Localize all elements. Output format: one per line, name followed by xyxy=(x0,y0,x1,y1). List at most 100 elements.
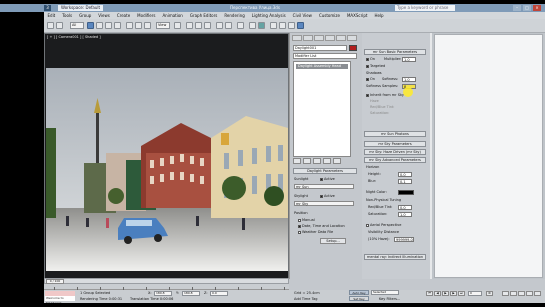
shadows-on-checkbox[interactable]: On xyxy=(366,77,375,81)
sky-advanced-rollout[interactable]: mr Sky Advanced Parameters xyxy=(364,157,426,163)
app-logo-icon[interactable]: 3 xyxy=(44,5,51,11)
sun-on-checkbox[interactable]: On xyxy=(366,57,375,61)
menu-help[interactable]: Help xyxy=(371,12,387,19)
go-to-start-icon[interactable]: ⏮ xyxy=(426,291,433,296)
play-icon[interactable]: ▶ xyxy=(442,291,449,296)
render-setup-icon[interactable] xyxy=(279,22,286,29)
object-name-field[interactable]: Daylight001 xyxy=(293,45,347,51)
zoom-all-icon[interactable] xyxy=(510,291,517,296)
menu-create[interactable]: Create xyxy=(113,12,133,19)
sunlight-active-checkbox[interactable]: Active xyxy=(320,177,335,181)
auto-key-button[interactable]: Auto Key xyxy=(349,290,369,295)
curve-editor-icon[interactable] xyxy=(249,22,256,29)
menu-animation[interactable]: Animation xyxy=(159,12,186,19)
rectangular-selection-icon[interactable] xyxy=(105,22,112,29)
menu-group[interactable]: Group xyxy=(76,12,95,19)
selection-filter-dropdown[interactable]: All xyxy=(70,22,84,29)
skylight-type-dropdown[interactable]: mr Sky xyxy=(294,201,354,206)
material-editor-icon[interactable] xyxy=(270,22,277,29)
minimize-icon[interactable]: – xyxy=(513,5,521,11)
multiplier-spinner[interactable]: 1.0 xyxy=(402,57,416,62)
menu-tools[interactable]: Tools xyxy=(59,12,76,19)
select-object-icon[interactable] xyxy=(87,22,94,29)
align-icon[interactable] xyxy=(225,22,232,29)
inherit-from-sky-checkbox[interactable]: Inherit from mr Sky xyxy=(366,93,404,97)
saturation-spinner[interactable]: 1.0 xyxy=(398,212,412,217)
night-color-swatch[interactable] xyxy=(398,190,414,195)
stack-item[interactable]: Daylight Assembly Head xyxy=(296,64,348,69)
mirror-icon[interactable] xyxy=(216,22,223,29)
create-tab-icon[interactable] xyxy=(292,35,302,41)
pivot-center-icon[interactable] xyxy=(174,22,181,29)
workspace-dropdown[interactable]: Workspace: Default xyxy=(58,5,104,11)
aerial-perspective-checkbox[interactable]: Aerial Perspective xyxy=(366,223,401,227)
camera-viewport[interactable]: [ + ] [ Camera001 ] [ Shaded ] xyxy=(44,33,289,279)
field-of-view-icon[interactable] xyxy=(526,291,533,296)
time-config-icon[interactable]: ⚙ xyxy=(486,291,493,296)
y-coordinate-field[interactable]: 180.8 xyxy=(182,291,200,296)
pin-stack-icon[interactable] xyxy=(293,158,301,164)
z-coordinate-field[interactable]: 0.0 xyxy=(210,291,228,296)
sky-haze-driven-rollout[interactable]: mr Sky: Haze Driven (mr Sky) xyxy=(364,149,426,155)
setup-button[interactable]: Setup... xyxy=(320,238,346,244)
zoom-icon[interactable] xyxy=(502,291,509,296)
layer-manager-icon[interactable] xyxy=(237,22,244,29)
manual-radio[interactable]: Manual xyxy=(298,218,315,222)
menu-civil-view[interactable]: Civil View xyxy=(289,12,315,19)
percent-snap-icon[interactable] xyxy=(204,22,211,29)
object-color-swatch[interactable] xyxy=(349,45,357,51)
sunlight-type-dropdown[interactable]: mr Sun xyxy=(294,184,354,189)
modifier-stack[interactable]: Daylight Assembly Head xyxy=(293,61,351,157)
snap-toggle-icon[interactable] xyxy=(186,22,193,29)
motion-tab-icon[interactable] xyxy=(325,35,335,41)
configure-sets-icon[interactable] xyxy=(333,158,341,164)
angle-snap-icon[interactable] xyxy=(195,22,202,29)
modify-tab-icon[interactable] xyxy=(303,35,313,41)
keyword-search-input[interactable]: Type a keyword or phrase xyxy=(395,5,455,11)
go-to-end-icon[interactable]: ⏭ xyxy=(458,291,465,296)
menu-rendering[interactable]: Rendering xyxy=(221,12,248,19)
menu-graph-editors[interactable]: Graph Editors xyxy=(186,12,220,19)
sun-basic-rollout[interactable]: mr Sun Basic Parameters xyxy=(364,49,426,55)
current-frame-field[interactable]: 0 xyxy=(468,291,482,296)
schematic-view-icon[interactable] xyxy=(258,22,265,29)
close-icon[interactable]: × xyxy=(533,5,541,11)
menu-edit[interactable]: Edit xyxy=(44,12,59,19)
rendered-frame-window-icon[interactable] xyxy=(288,22,295,29)
visibility-spinner[interactable]: 999999.0 xyxy=(394,237,414,242)
blur-spinner[interactable]: 0.1 xyxy=(398,179,412,184)
make-unique-icon[interactable] xyxy=(313,158,321,164)
key-mode-dropdown[interactable]: Selected xyxy=(371,290,399,295)
skylight-active-checkbox[interactable]: Active xyxy=(320,194,335,198)
x-coordinate-field[interactable]: 180.8 xyxy=(154,291,172,296)
next-frame-icon[interactable]: ▶ xyxy=(450,291,457,296)
move-icon[interactable] xyxy=(126,22,133,29)
menu-lighting-analysis[interactable]: Lighting Analysis xyxy=(248,12,289,19)
redo-icon[interactable] xyxy=(56,22,63,29)
set-key-button[interactable]: Set Key xyxy=(349,296,369,301)
menu-modifiers[interactable]: Modifiers xyxy=(134,12,159,19)
height-spinner[interactable]: 0.0 xyxy=(398,172,412,177)
indirect-illumination-rollout[interactable]: mental ray: Indirect Illumination xyxy=(364,254,426,260)
sky-parameters-rollout[interactable]: mr Sky Parameters xyxy=(364,141,426,147)
targeted-checkbox[interactable]: Targeted xyxy=(366,64,385,68)
reference-coordinate-dropdown[interactable]: View xyxy=(156,22,170,29)
modifier-list-dropdown[interactable]: Modifier List xyxy=(293,53,357,59)
maximize-icon[interactable]: □ xyxy=(523,5,531,11)
zoom-extents-icon[interactable] xyxy=(518,291,525,296)
utilities-tab-icon[interactable] xyxy=(347,35,357,41)
show-end-result-icon[interactable] xyxy=(303,158,311,164)
key-filters-button[interactable]: Key Filters... xyxy=(379,297,400,301)
add-time-tag[interactable]: Add Time Tag xyxy=(294,297,318,301)
menu-views[interactable]: Views xyxy=(95,12,114,19)
weather-data-file-radio[interactable]: Weather Data File xyxy=(298,230,333,234)
scale-icon[interactable] xyxy=(144,22,151,29)
undo-icon[interactable] xyxy=(47,22,54,29)
date-time-location-radio[interactable]: Date, Time and Location xyxy=(298,224,345,228)
hierarchy-tab-icon[interactable] xyxy=(314,35,324,41)
menu-maxscript[interactable]: MAXScript xyxy=(343,12,371,19)
red-blue-tint-spinner[interactable]: 0.0 xyxy=(398,205,412,210)
sun-photons-rollout[interactable]: mr Sun Photons xyxy=(364,131,426,137)
menu-customize[interactable]: Customize xyxy=(315,12,343,19)
display-tab-icon[interactable] xyxy=(336,35,346,41)
